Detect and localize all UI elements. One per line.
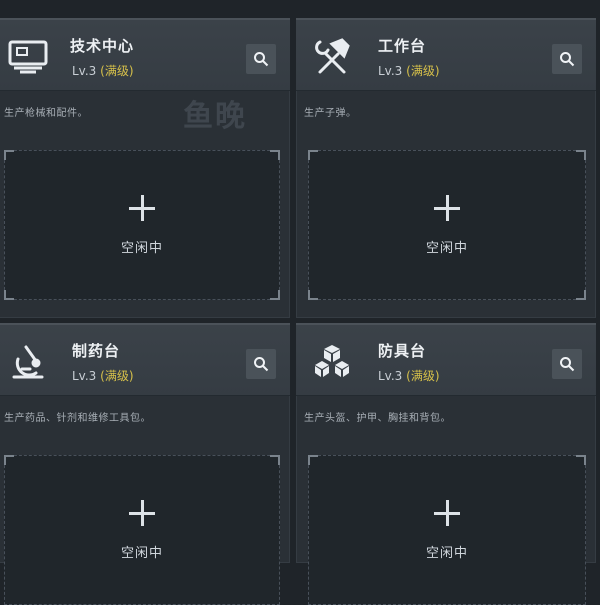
card-workbench[interactable]: 工作台 Lv.3 (满级) 生产子弹。 空闲中: [296, 18, 596, 318]
card-description: 生产枪械和配件。: [4, 108, 88, 119]
search-button[interactable]: [246, 349, 276, 379]
card-title: 制药台: [72, 342, 121, 360]
plus-icon: [129, 500, 155, 526]
max-level-badge: (满级): [100, 64, 134, 78]
search-icon: [254, 52, 269, 67]
card-level: Lv.3 (满级): [72, 62, 134, 79]
monitor-icon: [6, 34, 50, 78]
card-header: 工作台 Lv.3 (满级): [296, 20, 596, 91]
card-header: 技术中心 Lv.3 (满级): [0, 20, 290, 91]
card-armor-bench[interactable]: 防具台 Lv.3 (满级) 生产头盔、护甲、胸挂和背包。 空闲中: [296, 323, 596, 605]
slot-status: 空闲中: [425, 546, 468, 561]
max-level-badge: (满级): [406, 369, 440, 383]
production-slot[interactable]: 空闲中: [4, 150, 280, 300]
production-slot[interactable]: 空闲中: [4, 455, 280, 605]
cubes-icon: [310, 339, 354, 383]
slot-status: 空闲中: [425, 241, 468, 256]
production-slot[interactable]: 空闲中: [308, 455, 586, 605]
max-level-badge: (满级): [406, 64, 440, 78]
card-pharmacy[interactable]: 制药台 Lv.3 (满级) 生产药品、针剂和维修工具包。 空闲中: [0, 323, 290, 605]
level-value: Lv.3: [378, 369, 403, 383]
card-title: 工作台: [378, 37, 427, 55]
card-title: 防具台: [378, 342, 427, 360]
workbench-grid: 技术中心 Lv.3 (满级) 生产枪械和配件。 空闲中 工作台 Lv.3 (满级…: [0, 0, 600, 605]
max-level-badge: (满级): [100, 369, 134, 383]
slot-status: 空闲中: [120, 241, 163, 256]
card-description: 生产头盔、护甲、胸挂和背包。: [304, 413, 451, 424]
microscope-icon: [6, 339, 50, 383]
level-value: Lv.3: [72, 369, 97, 383]
card-header: 防具台 Lv.3 (满级): [296, 325, 596, 396]
search-icon: [560, 52, 575, 67]
search-button[interactable]: [552, 349, 582, 379]
level-value: Lv.3: [72, 64, 97, 78]
search-icon: [254, 357, 269, 372]
card-description: 生产药品、针剂和维修工具包。: [4, 413, 151, 424]
production-slot[interactable]: 空闲中: [308, 150, 586, 300]
slot-status: 空闲中: [120, 546, 163, 561]
card-level: Lv.3 (满级): [378, 367, 440, 384]
search-icon: [560, 357, 575, 372]
card-tech-center[interactable]: 技术中心 Lv.3 (满级) 生产枪械和配件。 空闲中: [0, 18, 290, 318]
plus-icon: [434, 500, 460, 526]
card-title: 技术中心: [70, 37, 135, 55]
search-button[interactable]: [552, 44, 582, 74]
card-level: Lv.3 (满级): [378, 62, 440, 79]
plus-icon: [434, 195, 460, 221]
card-level: Lv.3 (满级): [72, 367, 134, 384]
card-description: 生产子弹。: [304, 108, 357, 119]
hammer-wrench-icon: [310, 34, 354, 78]
level-value: Lv.3: [378, 64, 403, 78]
search-button[interactable]: [246, 44, 276, 74]
card-header: 制药台 Lv.3 (满级): [0, 325, 290, 396]
plus-icon: [129, 195, 155, 221]
